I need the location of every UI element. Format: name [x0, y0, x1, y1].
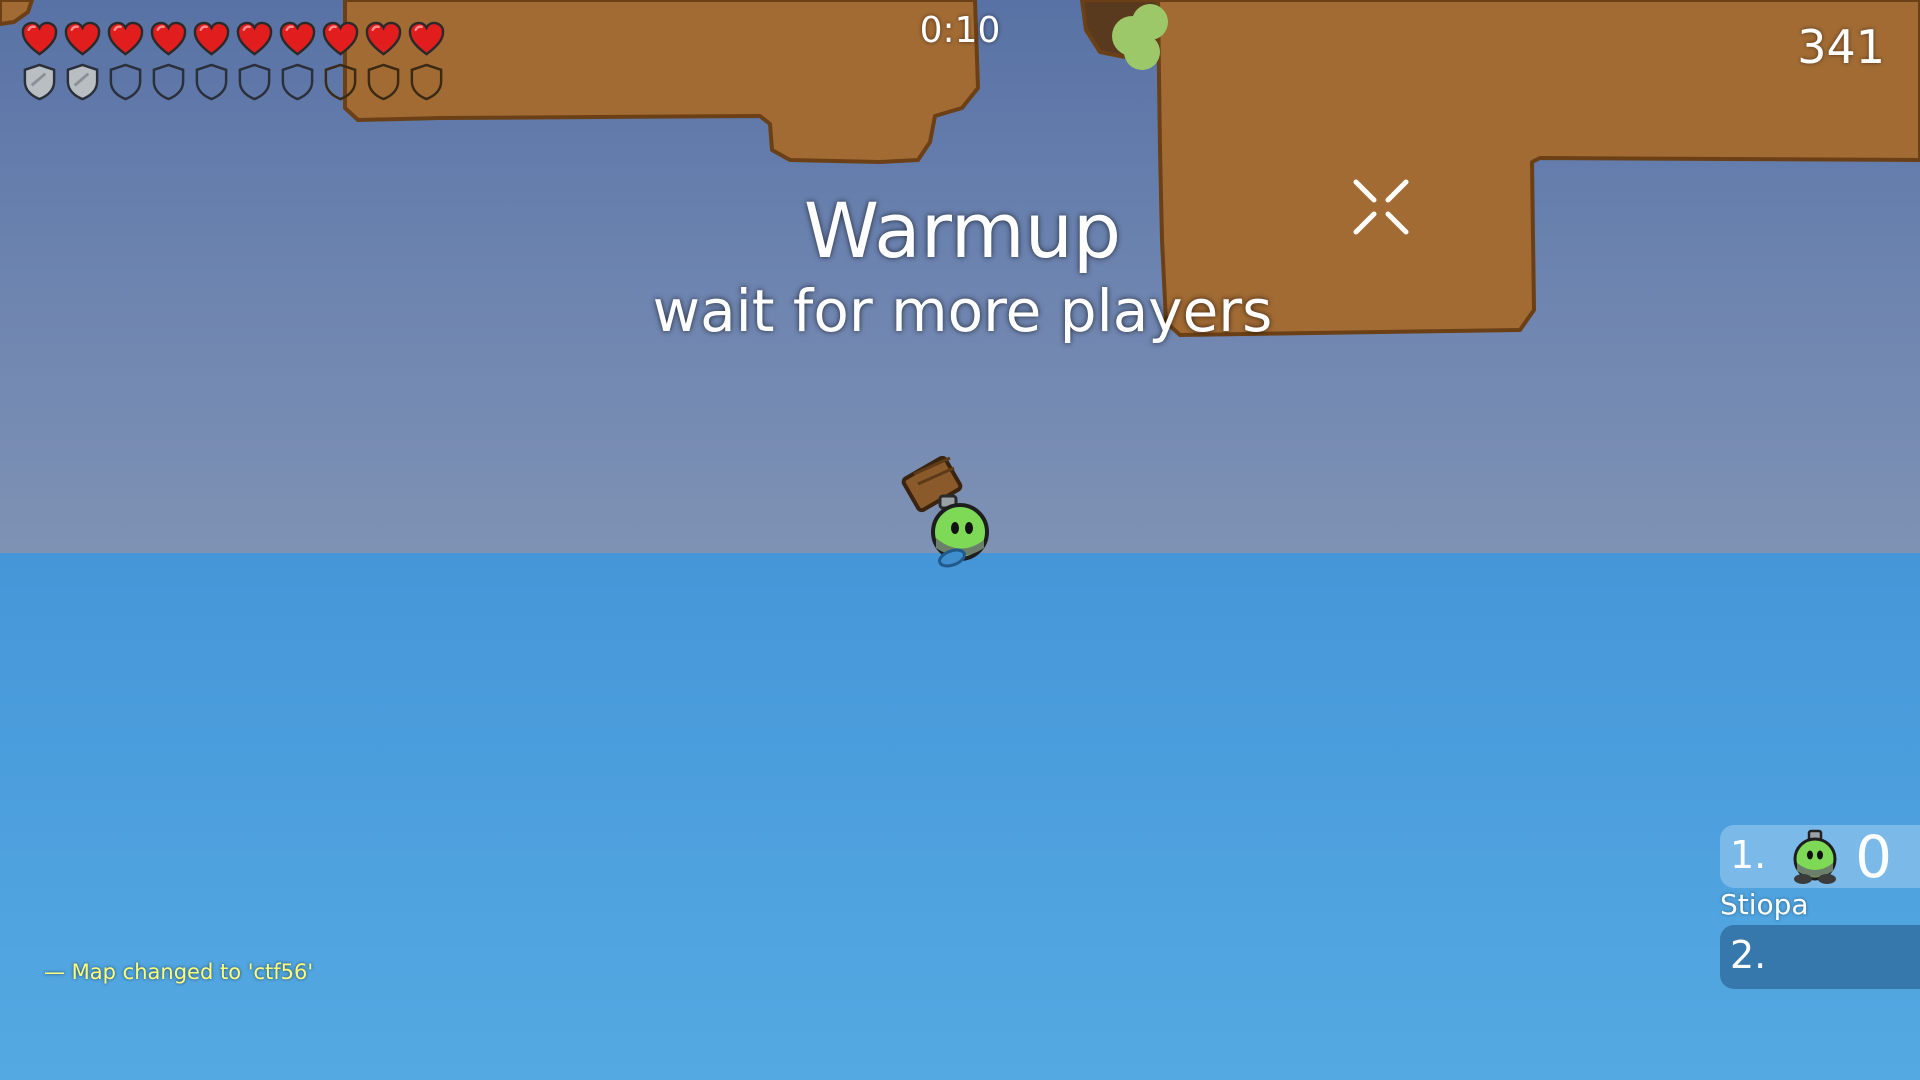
- heart-icon: [236, 21, 273, 56]
- heart-icon: [64, 21, 101, 56]
- scoreboard-rank: 2.: [1730, 933, 1767, 977]
- round-timer: 0:10: [919, 10, 1001, 51]
- shield-icon: [324, 63, 357, 101]
- chat-log: — Map changed to 'ctf56': [44, 960, 313, 984]
- warmup-subtitle: wait for more players: [652, 277, 1273, 345]
- heart-icon: [322, 21, 359, 56]
- water-area: [0, 553, 1920, 1080]
- heart-icon: [193, 21, 230, 56]
- scoreboard-entry-2: 2.: [1720, 925, 1920, 989]
- crosshair-icon: [1353, 179, 1409, 235]
- shield-icon: [281, 63, 314, 101]
- shield-icon: [23, 63, 56, 101]
- warmup-title: Warmup: [803, 186, 1122, 275]
- heart-icon: [21, 21, 58, 56]
- shield-icon: [152, 63, 185, 101]
- scoreboard-entry-1: 1. 0: [1720, 823, 1920, 891]
- scoreboard-player-name: Stiopa: [1720, 888, 1809, 921]
- shield-icon: [410, 63, 443, 101]
- player-score: 341: [1797, 20, 1885, 74]
- scoreboard-rank: 1.: [1730, 833, 1767, 877]
- heart-icon: [150, 21, 187, 56]
- shield-icon: [367, 63, 400, 101]
- health-bar: [20, 20, 446, 59]
- heart-icon: [279, 21, 316, 56]
- tee-avatar-icon: [1793, 829, 1837, 884]
- tee-character: [901, 455, 989, 568]
- heart-icon: [365, 21, 402, 56]
- armor-bar: [20, 62, 446, 101]
- shield-icon: [195, 63, 228, 101]
- chat-message: — Map changed to 'ctf56': [44, 960, 314, 984]
- shield-icon: [238, 63, 271, 101]
- scoreboard-score: 0: [1855, 823, 1892, 891]
- shield-icon: [66, 63, 99, 101]
- heart-icon: [408, 21, 445, 56]
- heart-icon: [107, 21, 144, 56]
- shield-icon: [109, 63, 142, 101]
